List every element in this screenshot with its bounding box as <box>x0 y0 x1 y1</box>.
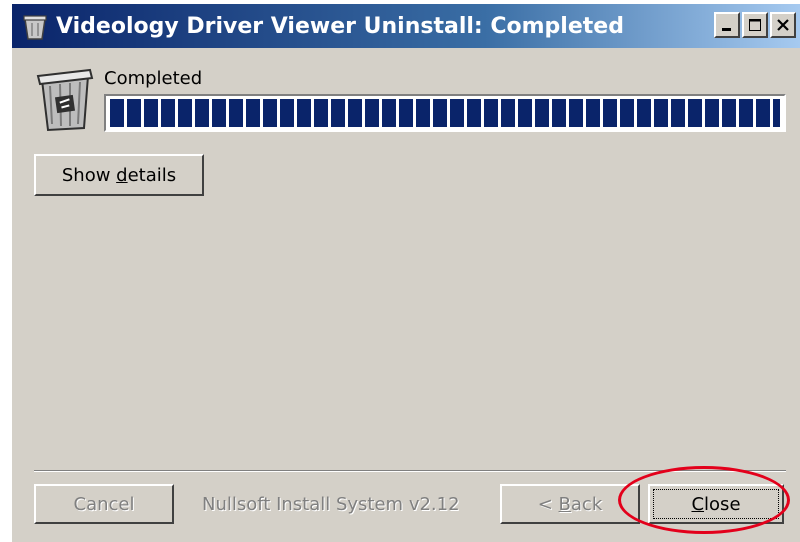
back-button[interactable]: < Back <box>500 484 640 524</box>
close-window-button[interactable] <box>770 12 796 38</box>
cancel-button[interactable]: Cancel <box>34 484 174 524</box>
close-icon <box>777 19 789 31</box>
maximize-button[interactable] <box>742 12 768 38</box>
show-details-label: Show details <box>61 164 177 186</box>
recycle-bin-icon <box>23 15 47 40</box>
uninstall-dialog: Videology Driver Viewer Uninstall: Compl… <box>10 2 800 542</box>
focus-rect <box>653 489 779 519</box>
maximize-icon <box>749 19 761 31</box>
close-button[interactable]: Close <box>648 484 784 524</box>
window-title: Videology Driver Viewer Uninstall: Compl… <box>56 13 624 39</box>
status-header: Completed <box>12 48 800 148</box>
recycle-bin-icon <box>36 68 94 132</box>
progress-fill <box>110 99 780 127</box>
title-buttons <box>712 12 796 38</box>
minimize-icon <box>722 28 731 31</box>
back-label: < Back <box>537 493 603 515</box>
status-label: Completed <box>104 68 203 89</box>
show-details-button[interactable]: Show details <box>34 154 204 196</box>
minimize-button[interactable] <box>714 12 740 38</box>
cancel-label: Cancel <box>73 493 135 515</box>
branding-text: Nullsoft Install System v2.12 <box>202 494 460 515</box>
progress-bar <box>104 94 786 132</box>
title-bar[interactable]: Videology Driver Viewer Uninstall: Compl… <box>12 4 800 48</box>
footer-separator <box>34 470 786 472</box>
